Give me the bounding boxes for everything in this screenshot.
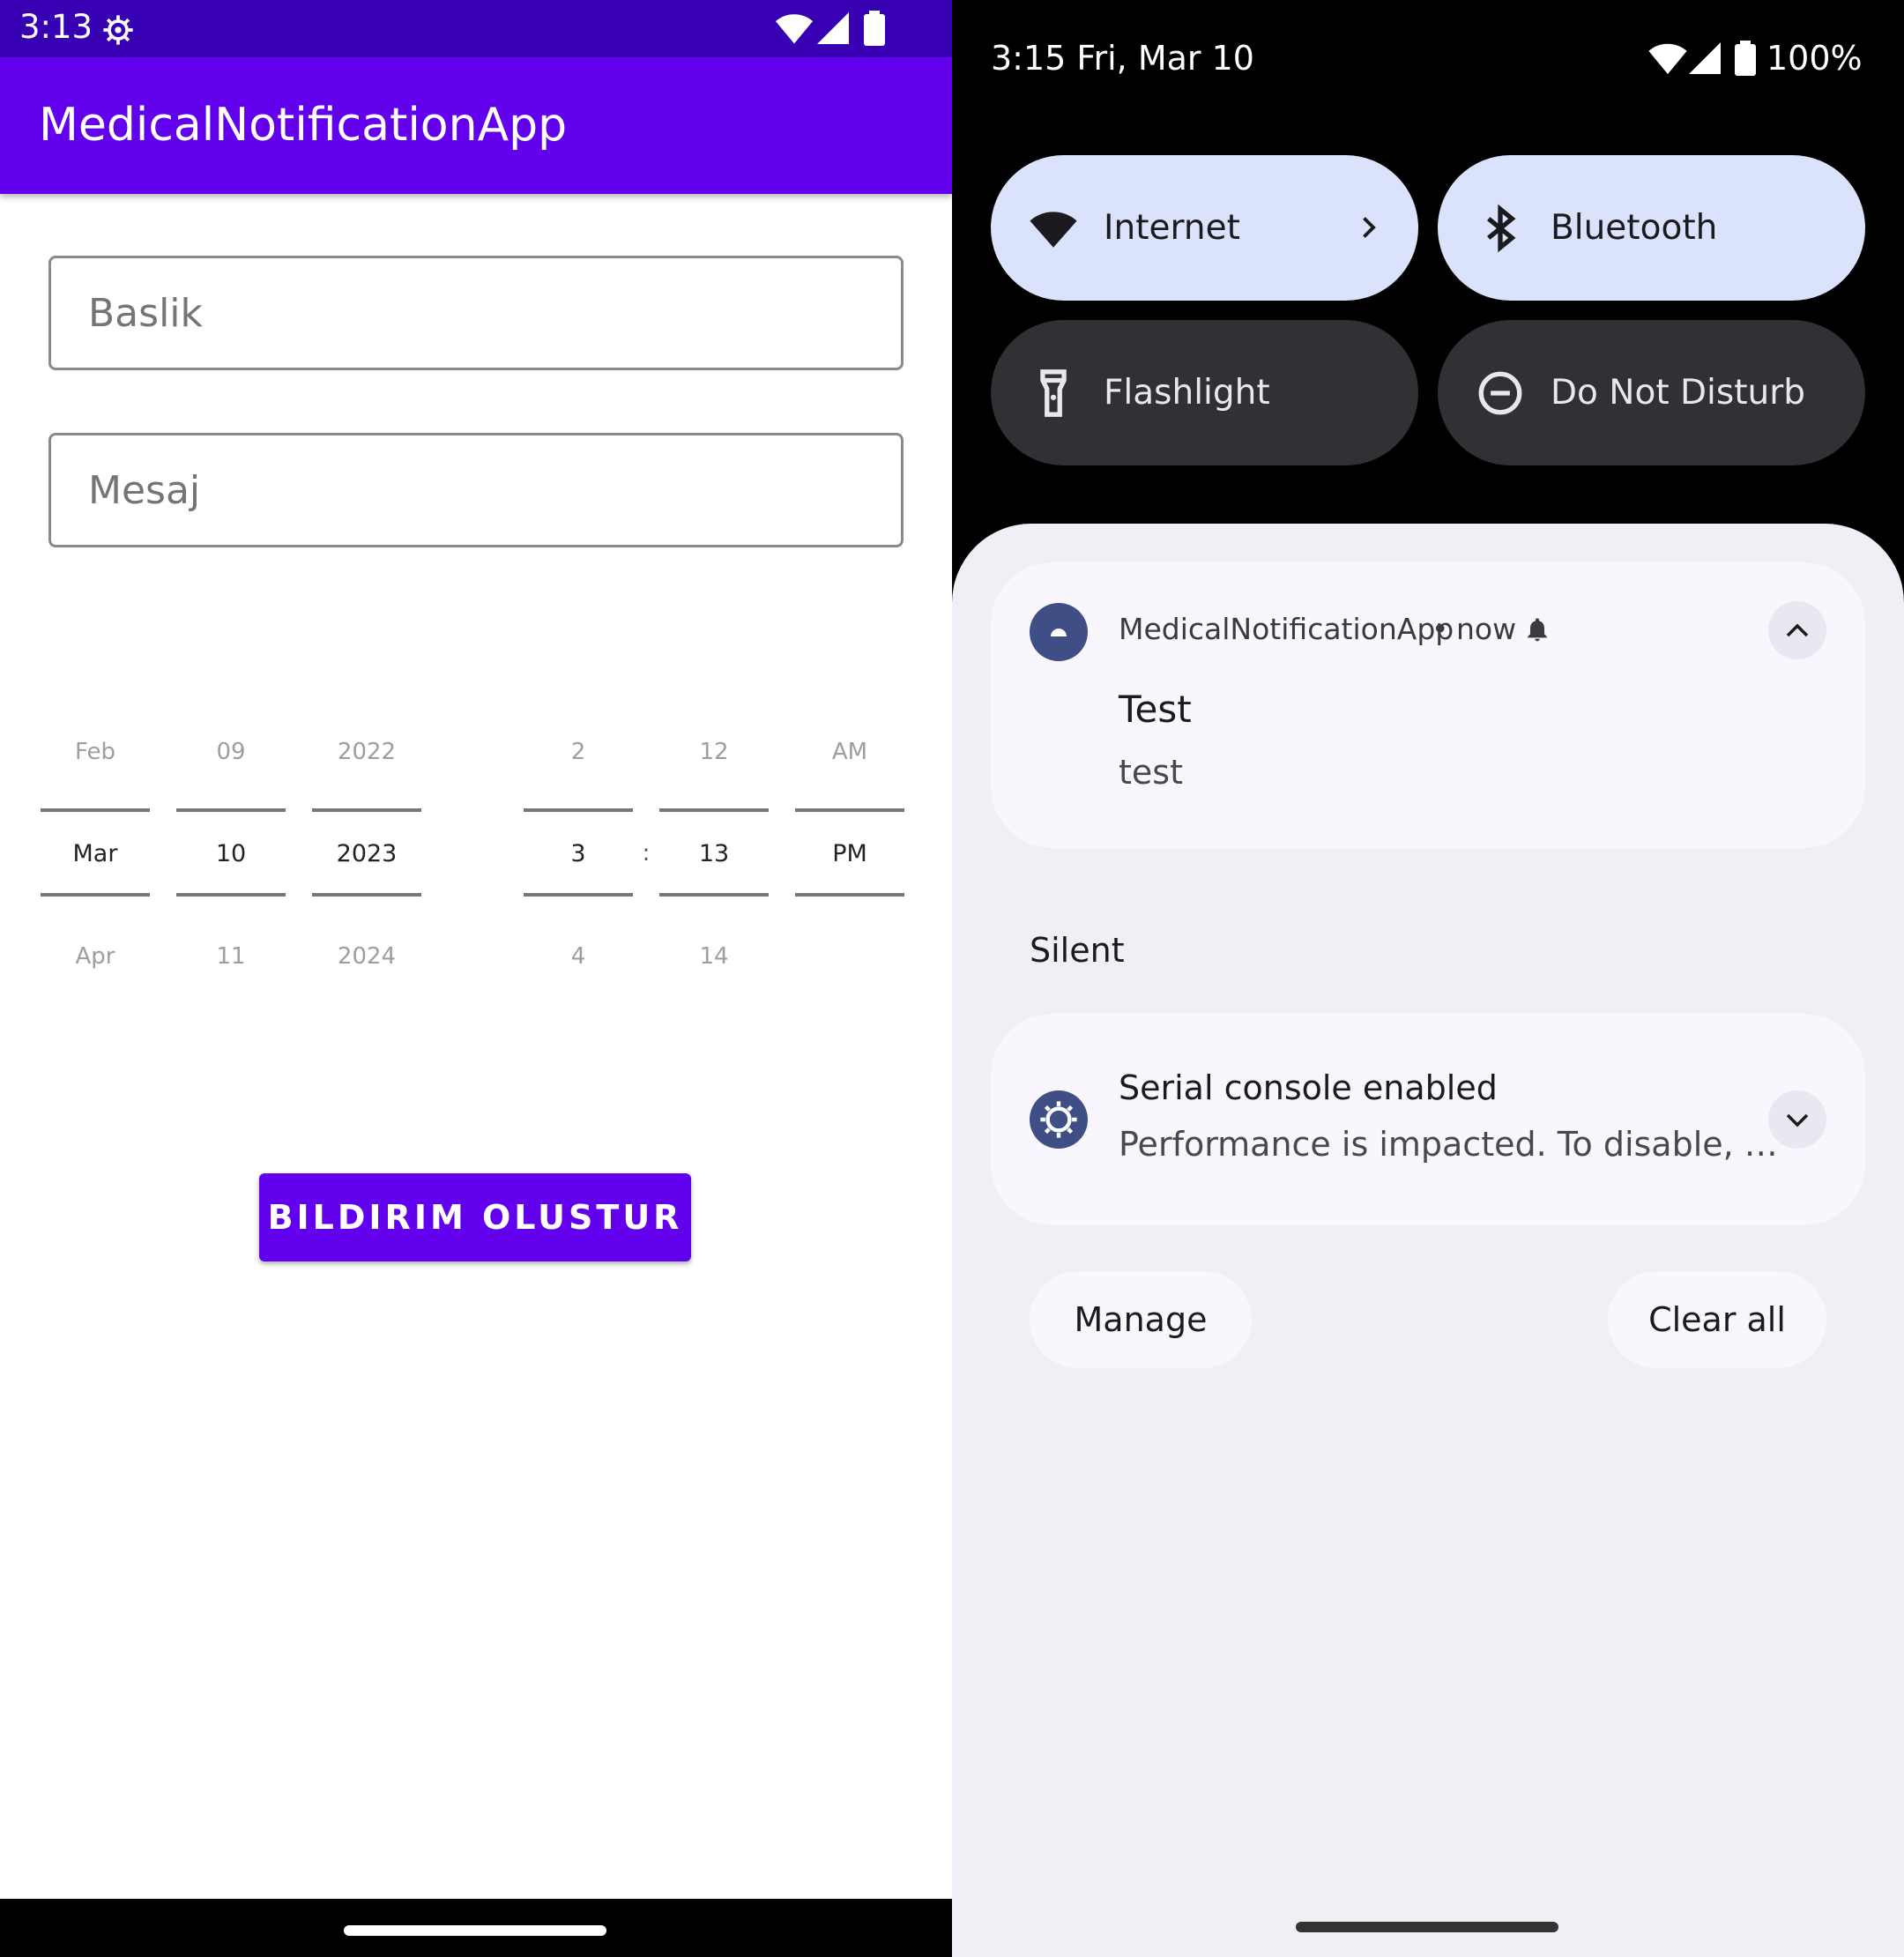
battery-percent: 100%	[1766, 39, 1863, 78]
flashlight-icon	[1040, 369, 1067, 417]
tile-label: Bluetooth	[1551, 208, 1718, 248]
alert-bell-icon	[1528, 618, 1547, 642]
settings-gear-icon	[1040, 1101, 1077, 1138]
day-next[interactable]: 11	[176, 943, 286, 970]
minute-next[interactable]: 14	[659, 943, 769, 970]
wifi-icon	[1648, 43, 1687, 74]
title-field[interactable]	[48, 256, 904, 370]
status-bar: 3:13	[0, 0, 952, 57]
cell-signal-icon	[817, 12, 849, 44]
picker-divider	[312, 808, 421, 812]
shade-status-time: 3:15 Fri, Mar 10	[991, 39, 1254, 78]
year-current[interactable]: 2023	[312, 840, 421, 867]
picker-divider	[312, 893, 421, 897]
tile-label: Do Not Disturb	[1551, 373, 1805, 413]
battery-icon	[864, 11, 885, 46]
day-prev[interactable]: 09	[176, 739, 286, 765]
message-input[interactable]	[51, 435, 901, 545]
tile-internet[interactable]: Internet	[991, 155, 1418, 301]
month-current[interactable]: Mar	[41, 840, 150, 867]
time-separator: :	[642, 840, 651, 867]
manage-button[interactable]: Manage	[1030, 1271, 1252, 1368]
tile-flashlight[interactable]: Flashlight	[991, 320, 1418, 465]
tile-label: Internet	[1104, 208, 1240, 248]
notification-app-name: MedicalNotificationApp	[1119, 612, 1454, 646]
notification-shade: 3:15 Fri, Mar 10 100% Internet Bluetooth…	[952, 0, 1904, 1957]
notification-text: test	[1119, 753, 1183, 792]
hour-current[interactable]: 3	[524, 840, 633, 867]
picker-divider	[659, 893, 769, 897]
minute-current[interactable]: 13	[659, 840, 769, 867]
tile-label: Flashlight	[1104, 373, 1270, 413]
year-next[interactable]: 2024	[312, 943, 421, 970]
bluetooth-icon	[1487, 204, 1516, 253]
picker-divider	[41, 808, 150, 812]
clear-all-button[interactable]: Clear all	[1608, 1271, 1826, 1368]
collapse-button[interactable]	[1768, 601, 1826, 659]
battery-icon	[1735, 41, 1756, 76]
picker-divider	[524, 808, 633, 812]
notification-sheet: MedicalNotificationApp • now Test test S…	[952, 524, 1904, 1957]
title-input[interactable]	[51, 258, 901, 368]
ampm-current[interactable]: PM	[795, 840, 904, 867]
status-time: 3:13	[19, 8, 93, 46]
picker-divider	[659, 808, 769, 812]
app-logo-icon	[1051, 629, 1067, 636]
picker-divider	[795, 893, 904, 897]
app-icon	[1030, 1090, 1088, 1149]
chevron-up-icon	[1786, 623, 1809, 637]
navigation-bar	[0, 1899, 952, 1957]
wifi-icon	[776, 14, 813, 44]
month-prev[interactable]: Feb	[41, 739, 150, 765]
year-prev[interactable]: 2022	[312, 739, 421, 765]
cell-signal-icon	[1689, 42, 1721, 74]
home-gesture-handle[interactable]	[344, 1925, 606, 1936]
chevron-right-icon	[1363, 217, 1376, 238]
silent-notification-card[interactable]: Serial console enabled Performance is im…	[991, 1014, 1865, 1225]
hour-next[interactable]: 4	[524, 943, 633, 970]
home-gesture-handle[interactable]	[1296, 1922, 1558, 1932]
chevron-down-icon	[1786, 1113, 1809, 1127]
day-current[interactable]: 10	[176, 840, 286, 867]
notification-time: now	[1456, 612, 1517, 646]
silent-notification-title: Serial console enabled	[1119, 1068, 1498, 1107]
app-title: MedicalNotificationApp	[39, 99, 568, 152]
picker-divider	[176, 808, 286, 812]
expand-button[interactable]	[1768, 1090, 1826, 1149]
dot-separator: •	[1432, 612, 1449, 646]
settings-gear-icon	[103, 15, 133, 45]
minute-prev[interactable]: 12	[659, 739, 769, 765]
picker-divider	[41, 893, 150, 897]
message-field[interactable]	[48, 433, 904, 547]
hour-prev[interactable]: 2	[524, 739, 633, 765]
app-screen: 3:13 MedicalNotificationApp Feb Mar	[0, 0, 952, 1957]
app-icon	[1030, 603, 1088, 661]
silent-section-header: Silent	[1030, 931, 1125, 970]
notification-card[interactable]: MedicalNotificationApp • now Test test	[991, 562, 1865, 848]
month-next[interactable]: Apr	[41, 943, 150, 970]
wifi-icon	[1030, 212, 1077, 248]
app-bar: MedicalNotificationApp	[0, 57, 952, 194]
silent-notification-text: Performance is impacted. To disable, …	[1119, 1125, 1778, 1164]
notification-title: Test	[1119, 688, 1192, 731]
tile-bluetooth[interactable]: Bluetooth	[1438, 155, 1865, 301]
create-notification-button[interactable]: BILDIRIM OLUSTUR	[259, 1173, 691, 1261]
picker-divider	[795, 808, 904, 812]
dnd-icon	[1478, 371, 1522, 415]
picker-divider	[524, 893, 633, 897]
ampm-prev[interactable]: AM	[795, 739, 904, 765]
date-time-picker: Feb Mar Apr 09 10 11 2022 2023 2024 2 3 …	[0, 723, 952, 987]
tile-do-not-disturb[interactable]: Do Not Disturb	[1438, 320, 1865, 465]
picker-divider	[176, 893, 286, 897]
